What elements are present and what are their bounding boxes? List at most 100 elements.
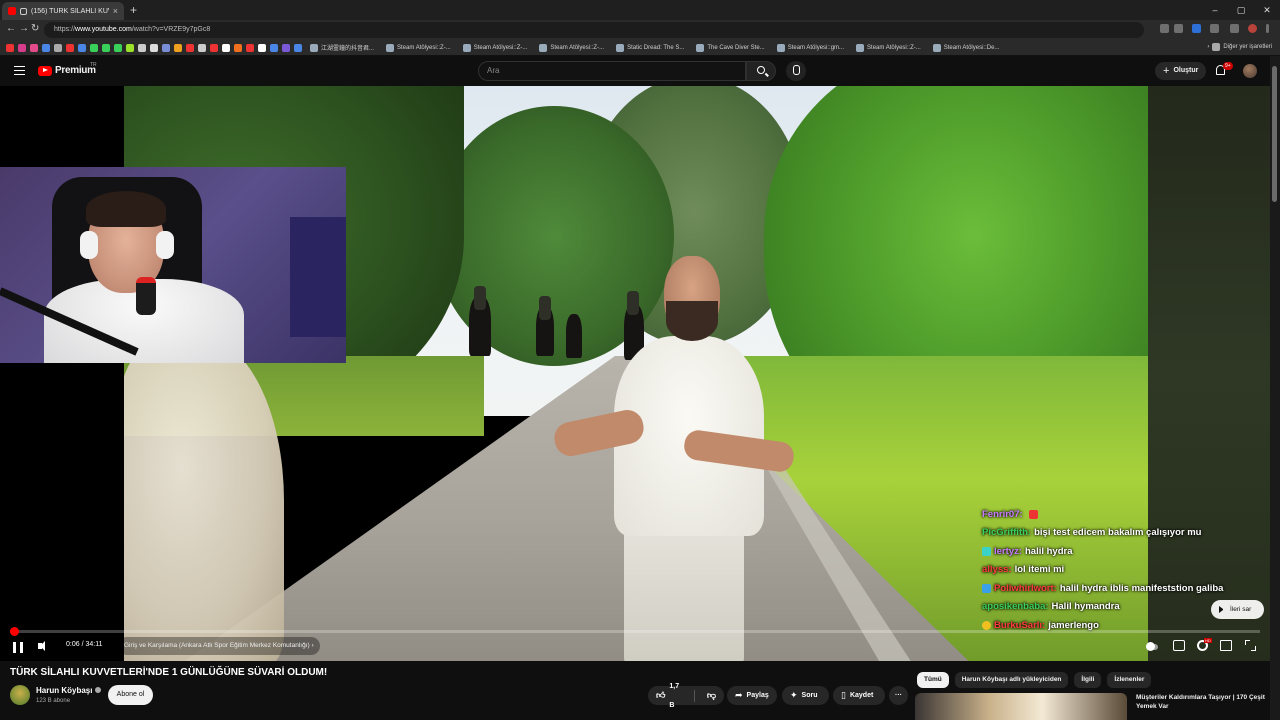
save-button[interactable]: ▯ Kaydet (833, 686, 885, 705)
chapter-title-button[interactable]: Giriş ve Karşılama (Ankara Atlı Spor Eği… (118, 637, 320, 655)
bookmark-icon[interactable] (270, 43, 278, 52)
sync-icon[interactable] (1210, 24, 1219, 33)
bookmark-item[interactable]: Steam Atölyesi::De... (929, 43, 1004, 52)
profile-icon[interactable] (1248, 24, 1257, 33)
browser-tab-youtube[interactable]: (156) TÜRK SİLAHLI KUVVETL × (2, 2, 124, 20)
back-icon[interactable]: ← (6, 23, 16, 34)
bookmark-icon[interactable] (102, 43, 110, 52)
fullscreen-icon[interactable] (1245, 640, 1256, 651)
bookmark-icon[interactable] (246, 43, 254, 52)
bookmark-item[interactable]: Steam Atölyesi::Z-... (382, 43, 455, 52)
ask-button[interactable]: ✦ Soru (782, 686, 829, 705)
hamburger-menu-icon[interactable] (14, 66, 25, 75)
subtitles-icon[interactable] (1173, 640, 1185, 651)
chapter-title: Giriş ve Karşılama (Ankara Atlı Spor Eği… (124, 642, 310, 649)
create-button[interactable]: + Oluştur (1155, 62, 1207, 80)
new-tab-button[interactable]: + (130, 3, 137, 17)
search-input[interactable]: Ara (478, 61, 746, 81)
bookmark-icon[interactable] (126, 43, 134, 52)
close-window-icon[interactable]: ✕ (1254, 0, 1280, 20)
sparkle-icon: ✦ (790, 690, 798, 700)
bookmark-icon[interactable] (210, 43, 218, 52)
video-horse (566, 314, 582, 358)
bookmark-icon[interactable] (186, 43, 194, 52)
bookmark-icon[interactable] (138, 43, 146, 52)
subscribe-button[interactable]: Abone ol (108, 685, 153, 705)
bookmark-icon[interactable] (282, 43, 290, 52)
bookmark-icon[interactable] (18, 43, 26, 52)
bookmark-icon[interactable] (66, 43, 74, 52)
bookmark-icon[interactable] (30, 43, 38, 52)
page-scrollbar[interactable] (1270, 56, 1280, 720)
bookmark-icon[interactable] (222, 43, 230, 52)
maximize-icon[interactable]: ▢ (1228, 0, 1254, 20)
autoplay-toggle[interactable] (1146, 642, 1158, 651)
chip-related[interactable]: İlgili (1074, 672, 1102, 688)
microphone-icon (136, 277, 156, 315)
volume-icon[interactable] (38, 641, 46, 651)
bookmark-icon[interactable] (78, 43, 86, 52)
bookmark-item[interactable]: Steam Atölyesi::gm... (773, 43, 848, 52)
bookmark-item[interactable]: 江湖霊鐘的抖音君... (306, 43, 378, 52)
chip-watched[interactable]: İzlenenler (1107, 672, 1152, 688)
extensions-puzzle-icon[interactable] (1230, 24, 1239, 33)
account-avatar[interactable] (1243, 64, 1257, 78)
video-presenter (666, 301, 718, 341)
reload-icon[interactable]: ↻ (31, 23, 39, 34)
more-actions-button[interactable]: ··· (889, 686, 908, 705)
chat-text: lol itemi mi (1014, 564, 1065, 576)
search-icon (757, 66, 765, 74)
progress-bar[interactable] (9, 627, 1260, 636)
chat-message: allyss: lol itemi mi (982, 561, 1262, 580)
youtube-logo[interactable]: Premium TR (38, 62, 97, 76)
channel-avatar[interactable] (10, 685, 30, 705)
bookmark-item[interactable]: Steam Atölyesi::Z-... (852, 43, 925, 52)
chip-from-uploader[interactable]: Harun Köybaşı adlı yükleyiciden (954, 672, 1069, 688)
bookmark-favicon-icon (310, 43, 318, 52)
install-app-icon[interactable] (1160, 24, 1169, 33)
bookmark-icon[interactable] (150, 43, 158, 52)
share-button[interactable]: ➦ Paylaş (727, 686, 777, 705)
bookmark-icon[interactable] (198, 43, 206, 52)
scrollbar-thumb[interactable] (1272, 66, 1277, 202)
bookmark-icon[interactable] (90, 43, 98, 52)
bookmark-icon[interactable] (162, 43, 170, 52)
bookmark-item[interactable]: Steam Atölyesi::Z-... (535, 43, 608, 52)
minimize-icon[interactable]: – (1202, 0, 1228, 20)
bookmark-item[interactable]: Steam Atölyesi::Z-... (459, 43, 532, 52)
bookmark-icon[interactable] (6, 43, 14, 52)
bookmark-icon[interactable] (258, 43, 266, 52)
bookmark-icon[interactable] (54, 43, 62, 52)
bookmark-item[interactable]: Static Dread: The S... (612, 43, 688, 52)
recommended-video-thumbnail[interactable] (915, 693, 1127, 720)
progress-scrubber[interactable] (9, 627, 19, 636)
extension-icon[interactable] (1192, 24, 1201, 33)
speaker-icon[interactable] (20, 7, 27, 15)
bookmark-icon[interactable] (294, 43, 302, 52)
bookmark-icon[interactable] (234, 43, 242, 52)
recommended-video-title[interactable]: Müşteriler Kaldırımlara Taşıyor | 170 Çe… (1136, 693, 1266, 711)
theater-mode-icon[interactable] (1220, 640, 1232, 651)
dislike-icon[interactable]: 👎︎ (707, 686, 716, 705)
pause-icon[interactable] (13, 642, 23, 653)
steam-icon (856, 43, 865, 52)
like-count[interactable]: 1,7 B (669, 677, 682, 715)
like-dislike-group: 👍︎ 1,7 B 👎︎ (648, 683, 724, 709)
like-icon[interactable]: 👍︎ (656, 686, 665, 705)
voice-search-icon[interactable] (786, 61, 806, 81)
forward-icon[interactable]: → (19, 23, 29, 34)
url-field[interactable]: https://www.youtube.com/watch?v=VRZE9y7p… (44, 22, 1144, 38)
skip-forward-button[interactable]: İleri sar (1211, 600, 1264, 619)
video-rider (627, 291, 639, 315)
kebab-menu-icon[interactable] (1266, 24, 1269, 33)
search-button[interactable] (746, 61, 776, 81)
bookmark-icon[interactable] (114, 43, 122, 52)
channel-name-row[interactable]: Harun Köybaşı (36, 686, 102, 695)
bookmark-star-icon[interactable] (1174, 24, 1183, 33)
other-bookmarks[interactable]: › Diğer yer işaretleri (1201, 43, 1272, 51)
close-tab-icon[interactable]: × (113, 6, 118, 16)
bookmark-icon[interactable] (174, 43, 182, 52)
chip-all[interactable]: Tümü (917, 672, 949, 688)
bookmark-icon[interactable] (42, 43, 50, 52)
bookmark-item[interactable]: The Cave Diver Ste... (692, 43, 768, 52)
